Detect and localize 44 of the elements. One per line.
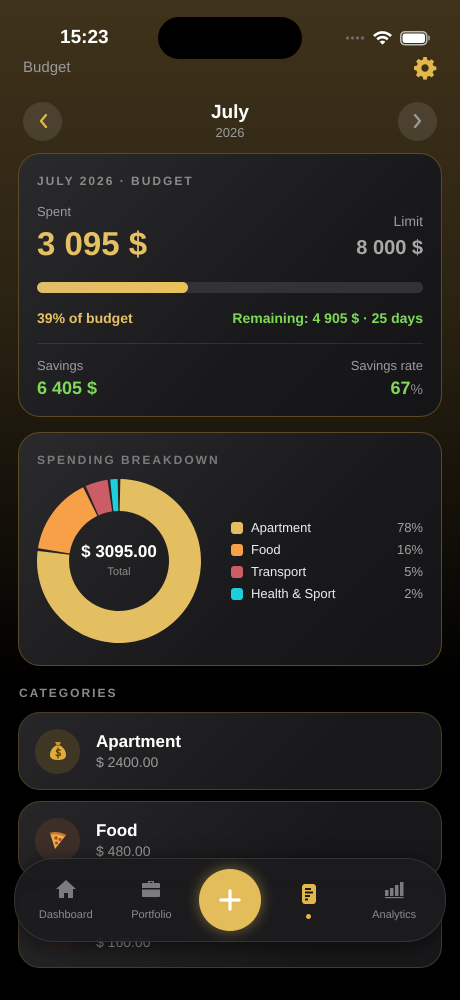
- legend-label: Apartment: [251, 519, 311, 538]
- spent-amount: 3 095 $: [37, 224, 148, 264]
- category-name: Apartment: [96, 731, 182, 753]
- legend-percent: 2%: [404, 585, 423, 604]
- legend-percent: 5%: [404, 563, 423, 582]
- signal-icon: [345, 34, 365, 42]
- plus-icon: [218, 888, 242, 912]
- legend-label: Transport: [251, 563, 306, 582]
- limit-amount: 8 000 $: [356, 236, 423, 260]
- tab-button[interactable]: Analytics: [356, 870, 432, 930]
- category-amount: $ 160.00: [96, 933, 150, 951]
- battery-icon: [400, 30, 430, 46]
- settings-icon[interactable]: [413, 56, 437, 80]
- app-title: Budget: [23, 58, 71, 78]
- tab-button[interactable]: Dashboard: [28, 870, 104, 930]
- category-amount: $ 2400.00: [96, 753, 160, 771]
- remaining-text: Remaining: 4 905 $ · 25 days: [232, 308, 423, 328]
- year-label: 2026: [216, 125, 244, 141]
- next-month-button[interactable]: [398, 102, 437, 140]
- legend-label: Food: [251, 541, 281, 560]
- donut-total: $ 3095.00: [81, 542, 157, 562]
- card-heading: JULY 2026 · BUDGET: [37, 173, 195, 190]
- legend-label: Health & Sport: [251, 585, 336, 604]
- previous-month-button[interactable]: [23, 102, 62, 140]
- add-button[interactable]: [198, 869, 261, 931]
- savings-amount: 6 405 $: [37, 377, 98, 400]
- savings-rate: 67: [390, 377, 411, 400]
- wifi-icon: [373, 31, 392, 45]
- percent-sign: %: [410, 380, 423, 399]
- category-amount: $ 480.00: [96, 842, 150, 860]
- tab-button[interactable]: Portfolio: [113, 870, 190, 930]
- savings-label: Savings: [37, 356, 84, 375]
- month-title: July: [210, 101, 250, 125]
- legend-percent: 78%: [396, 519, 423, 538]
- savings-rate-label: Savings rate: [350, 356, 423, 375]
- donut-total-label: Total: [107, 564, 131, 580]
- spent-label: Spent: [37, 203, 72, 221]
- limit-label: Limit: [393, 212, 423, 230]
- legend-percent: 16%: [396, 541, 423, 560]
- category-name: Food: [96, 820, 139, 842]
- section-heading: CATEGORIES: [18, 685, 118, 702]
- card-heading: SPENDING BREAKDOWN: [37, 452, 221, 469]
- budget-percent: 39% of budget: [37, 308, 133, 328]
- status-time: 15:23: [60, 26, 110, 50]
